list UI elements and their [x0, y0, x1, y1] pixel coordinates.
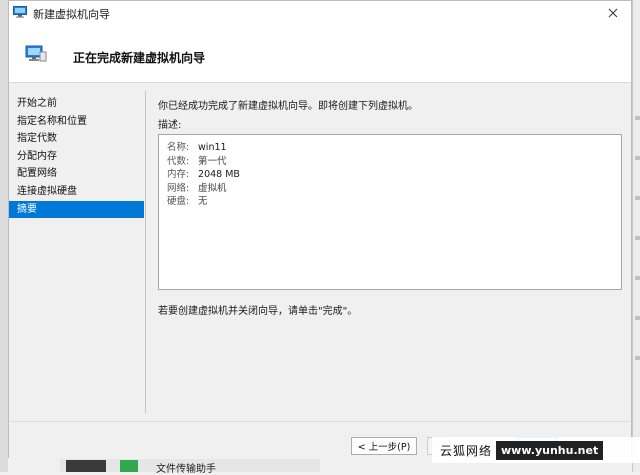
step-virtual-disk[interactable]: 连接虚拟硬盘: [9, 183, 144, 201]
wizard-page-title: 正在完成新建虚拟机向导: [73, 51, 206, 65]
summary-key: 内存:: [167, 169, 190, 180]
background-taskbar-text: 文件传输助手: [156, 464, 216, 475]
summary-row-name: 名称: win11: [167, 139, 227, 153]
step-summary[interactable]: 摘要: [9, 200, 144, 219]
background-window-left: [0, 0, 8, 472]
background-window-right: [632, 0, 640, 472]
summary-row-memory: 内存: 2048 MB: [167, 166, 240, 180]
close-icon: [608, 8, 618, 18]
intro-text: 你已经成功完成了新建虚拟机向导。即将创建下列虚拟机。: [158, 101, 418, 112]
wizard-body: 开始之前 指定名称和位置 指定代数 分配内存 配置网络 连接虚拟硬盘 摘要 你已…: [9, 83, 631, 459]
watermark-url: www.yunhu.net: [496, 440, 604, 460]
wizard-header: 正在完成新建虚拟机向导: [9, 25, 631, 83]
watermark-chinese: 云狐网络: [440, 443, 493, 458]
summary-value: 无: [198, 196, 208, 207]
step-networking[interactable]: 配置网络: [9, 165, 144, 183]
summary-key: 硬盘:: [167, 196, 190, 207]
button-row-separator: [9, 421, 631, 422]
step-memory[interactable]: 分配内存: [9, 148, 144, 166]
summary-key: 网络:: [167, 182, 190, 194]
summary-value: 2048 MB: [198, 169, 240, 180]
summary-value: 第一代: [198, 155, 227, 167]
nav-divider: [145, 91, 146, 413]
hyperv-app-icon: [13, 6, 27, 18]
finish-instruction: 若要创建虚拟机并关闭向导，请单击"完成"。: [158, 306, 358, 317]
summary-textbox[interactable]: 名称: win11 代数: 第一代 内存: 2048 MB 网络: 虚拟机 硬盘…: [158, 134, 622, 290]
background-app-icon: [120, 460, 138, 472]
summary-key: 名称:: [167, 142, 190, 153]
summary-row-network: 网络: 虚拟机: [167, 180, 227, 194]
step-name-and-location[interactable]: 指定名称和位置: [9, 113, 144, 131]
background-tile-icon: [66, 460, 106, 472]
title-bar: 新建虚拟机向导: [9, 1, 631, 25]
summary-key: 代数:: [167, 155, 190, 167]
step-generation[interactable]: 指定代数: [9, 130, 144, 148]
previous-button[interactable]: < 上一步(P): [351, 437, 417, 455]
close-button[interactable]: [595, 1, 631, 25]
virtual-machine-icon: [25, 45, 47, 62]
wizard-step-list: 开始之前 指定名称和位置 指定代数 分配内存 配置网络 连接虚拟硬盘 摘要: [9, 95, 144, 219]
window-title: 新建虚拟机向导: [33, 8, 110, 21]
step-before-you-begin[interactable]: 开始之前: [9, 95, 144, 113]
summary-row-disk: 硬盘: 无: [167, 193, 208, 207]
site-watermark: 云狐网络 www.yunhu.net: [432, 437, 640, 463]
background-taskbar-strip: 文件传输助手: [60, 458, 320, 475]
summary-value: win11: [198, 142, 227, 153]
summary-row-generation: 代数: 第一代: [167, 153, 227, 167]
new-vm-wizard-window: 新建虚拟机向导 正在完成新建虚拟机向导 开始之前 指定名称和位置 指定代数 分配…: [8, 0, 632, 459]
description-label: 描述:: [158, 120, 182, 131]
summary-value: 虚拟机: [198, 182, 227, 194]
